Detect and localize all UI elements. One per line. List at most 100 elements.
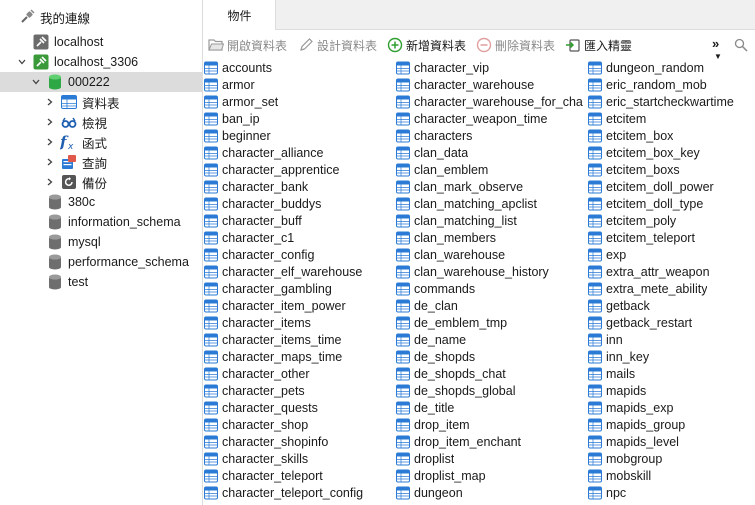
table-list-item[interactable]: clan_matching_apclist [396, 195, 586, 212]
table-list-item[interactable]: accounts [204, 59, 394, 76]
chevron-right-icon[interactable] [44, 92, 56, 112]
table-list-item[interactable]: character_quests [204, 399, 394, 416]
open-table-button[interactable]: 開啟資料表 [208, 34, 287, 56]
table-list-item[interactable]: drop_item [396, 416, 586, 433]
table-list-item[interactable]: character_items_time [204, 331, 394, 348]
chevron-down-icon[interactable] [30, 72, 42, 92]
table-list-item[interactable]: etcitem_box_key [588, 144, 754, 161]
tree-node-db-380c[interactable]: 380c [0, 192, 202, 212]
table-list-item[interactable]: etcitem [588, 110, 754, 127]
table-list-item[interactable]: inn [588, 331, 754, 348]
tree-node-db-performance-schema[interactable]: performance_schema [0, 252, 202, 272]
tree-node-db-information-schema[interactable]: information_schema [0, 212, 202, 232]
table-list-item[interactable]: character_other [204, 365, 394, 382]
table-list-item[interactable]: clan_data [396, 144, 586, 161]
table-list-item[interactable]: character_vip [396, 59, 586, 76]
table-list-item[interactable]: clan_members [396, 229, 586, 246]
table-list-item[interactable]: character_c1 [204, 229, 394, 246]
table-list-item[interactable]: inn_key [588, 348, 754, 365]
table-list-item[interactable]: etcitem_box [588, 127, 754, 144]
table-list-item[interactable]: character_warehouse [396, 76, 586, 93]
table-list-item[interactable]: character_elf_warehouse [204, 263, 394, 280]
table-list-item[interactable]: commands [396, 280, 586, 297]
tree-node-backup[interactable]: 備份 [0, 172, 202, 192]
table-list-item[interactable]: de_shopds_chat [396, 365, 586, 382]
table-list-item[interactable]: character_teleport [204, 467, 394, 484]
tree-node-queries[interactable]: 查詢 [0, 152, 202, 172]
table-list-item[interactable]: mails [588, 365, 754, 382]
table-list-item[interactable]: character_maps_time [204, 348, 394, 365]
tree-node-functions[interactable]: fx 函式 [0, 132, 202, 152]
new-table-button[interactable]: 新增資料表 [387, 34, 466, 56]
table-list-item[interactable]: character_shop [204, 416, 394, 433]
table-list-item[interactable]: mapids [588, 382, 754, 399]
table-list-item[interactable]: getback_restart [588, 314, 754, 331]
table-list-item[interactable]: character_bank [204, 178, 394, 195]
table-list-item[interactable]: etcitem_poly [588, 212, 754, 229]
chevron-down-icon[interactable] [16, 52, 28, 72]
chevron-right-icon[interactable] [44, 112, 56, 132]
table-list-item[interactable]: exp [588, 246, 754, 263]
tree-node-tables[interactable]: 資料表 [0, 92, 202, 112]
table-list-item[interactable]: clan_warehouse_history [396, 263, 586, 280]
table-list-item[interactable]: de_title [396, 399, 586, 416]
table-list-item[interactable]: eric_random_mob [588, 76, 754, 93]
table-list-item[interactable]: characters [396, 127, 586, 144]
table-list-item[interactable]: de_shopds [396, 348, 586, 365]
table-list-item[interactable]: mapids_group [588, 416, 754, 433]
tree-node-db-test[interactable]: test [0, 272, 202, 292]
table-list-item[interactable]: character_gambling [204, 280, 394, 297]
table-list-item[interactable]: clan_mark_observe [396, 178, 586, 195]
table-list-item[interactable]: droplist_map [396, 467, 586, 484]
my-connections-header[interactable]: 我的連線 [0, 7, 202, 27]
table-list-item[interactable]: etcitem_boxs [588, 161, 754, 178]
table-list-item[interactable]: mobgroup [588, 450, 754, 467]
tree-node-db-mysql[interactable]: mysql [0, 232, 202, 252]
tree-node-views[interactable]: 檢視 [0, 112, 202, 132]
table-list-item[interactable]: getback [588, 297, 754, 314]
table-list-item[interactable]: clan_emblem [396, 161, 586, 178]
chevron-right-icon[interactable] [44, 172, 56, 192]
table-list-item[interactable]: beginner [204, 127, 394, 144]
table-list-item[interactable]: eric_startcheckwartime [588, 93, 754, 110]
table-list-item[interactable]: character_shopinfo [204, 433, 394, 450]
table-list-item[interactable]: extra_attr_weapon [588, 263, 754, 280]
table-list-item[interactable]: mapids_exp [588, 399, 754, 416]
table-list-item[interactable]: mobskill [588, 467, 754, 484]
table-list-item[interactable]: de_clan [396, 297, 586, 314]
tree-node-localhost-3306[interactable]: localhost_3306 [0, 52, 202, 72]
table-list-item[interactable]: ban_ip [204, 110, 394, 127]
table-list-item[interactable]: dungeon_random [588, 59, 754, 76]
table-list-item[interactable]: droplist [396, 450, 586, 467]
table-list-item[interactable]: drop_item_enchant [396, 433, 586, 450]
table-list-item[interactable]: etcitem_doll_type [588, 195, 754, 212]
table-list-item[interactable]: dungeon [396, 484, 586, 501]
table-list-item[interactable]: mapids_level [588, 433, 754, 450]
table-list-item[interactable]: clan_warehouse [396, 246, 586, 263]
table-list-item[interactable]: etcitem_doll_power [588, 178, 754, 195]
table-list-item[interactable]: npc [588, 484, 754, 501]
chevron-right-icon[interactable] [44, 152, 56, 172]
chevron-right-icon[interactable] [44, 132, 56, 152]
table-list-item[interactable]: de_name [396, 331, 586, 348]
table-list-item[interactable]: character_buff [204, 212, 394, 229]
table-list-item[interactable]: etcitem_teleport [588, 229, 754, 246]
delete-table-button[interactable]: 刪除資料表 [476, 34, 555, 56]
table-list-item[interactable]: de_emblem_tmp [396, 314, 586, 331]
design-table-button[interactable]: 設計資料表 [298, 34, 377, 56]
table-list-item[interactable]: character_apprentice [204, 161, 394, 178]
search-icon[interactable] [734, 34, 748, 56]
table-list-item[interactable]: character_skills [204, 450, 394, 467]
table-list-item[interactable]: character_pets [204, 382, 394, 399]
tree-node-db-000222[interactable]: 000222 [0, 72, 202, 92]
tree-node-localhost[interactable]: localhost [0, 32, 202, 52]
table-list-item[interactable]: de_shopds_global [396, 382, 586, 399]
tab-objects[interactable]: 物件 [204, 0, 276, 30]
import-wizard-button[interactable]: 匯入精靈 [565, 34, 632, 56]
table-list-item[interactable]: clan_matching_list [396, 212, 586, 229]
table-list-item[interactable]: armor [204, 76, 394, 93]
table-list-item[interactable]: character_warehouse_for_cha [396, 93, 586, 110]
table-list-item[interactable]: character_items [204, 314, 394, 331]
table-list-item[interactable]: armor_set [204, 93, 394, 110]
table-list-item[interactable]: character_alliance [204, 144, 394, 161]
